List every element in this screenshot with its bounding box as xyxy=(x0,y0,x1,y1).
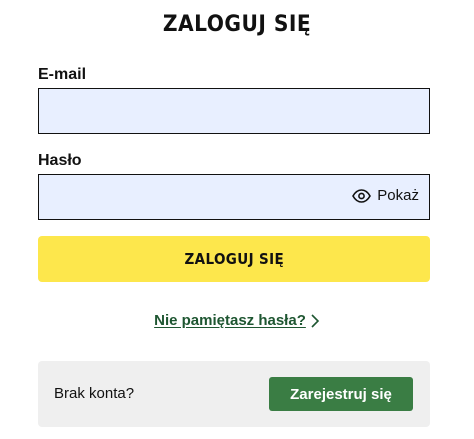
email-field[interactable] xyxy=(39,89,429,133)
email-field-container xyxy=(38,88,430,134)
email-label: E-mail xyxy=(38,66,87,83)
show-password-toggle[interactable]: Pokaż xyxy=(352,187,419,204)
login-button[interactable]: ZALOGUJ SIĘ xyxy=(38,236,430,282)
forgot-password-row: Nie pamiętasz hasła? xyxy=(0,312,474,329)
register-button[interactable]: Zarejestruj się xyxy=(269,377,413,411)
eye-icon xyxy=(352,188,372,203)
login-page: ZALOGUJ SIĘ E-mail Hasło Pokaż ZALOGUJ S… xyxy=(0,0,474,439)
chevron-right-icon[interactable] xyxy=(310,313,320,329)
password-field-container: Pokaż xyxy=(38,174,430,220)
password-label: Hasło xyxy=(38,152,82,169)
register-panel: Brak konta? Zarejestruj się xyxy=(38,361,430,427)
show-password-label: Pokaż xyxy=(377,187,419,204)
login-button-label: ZALOGUJ SIĘ xyxy=(184,250,284,268)
forgot-password-link[interactable]: Nie pamiętasz hasła? xyxy=(154,312,306,329)
page-title: ZALOGUJ SIĘ xyxy=(162,12,312,37)
no-account-text: Brak konta? xyxy=(54,385,135,402)
